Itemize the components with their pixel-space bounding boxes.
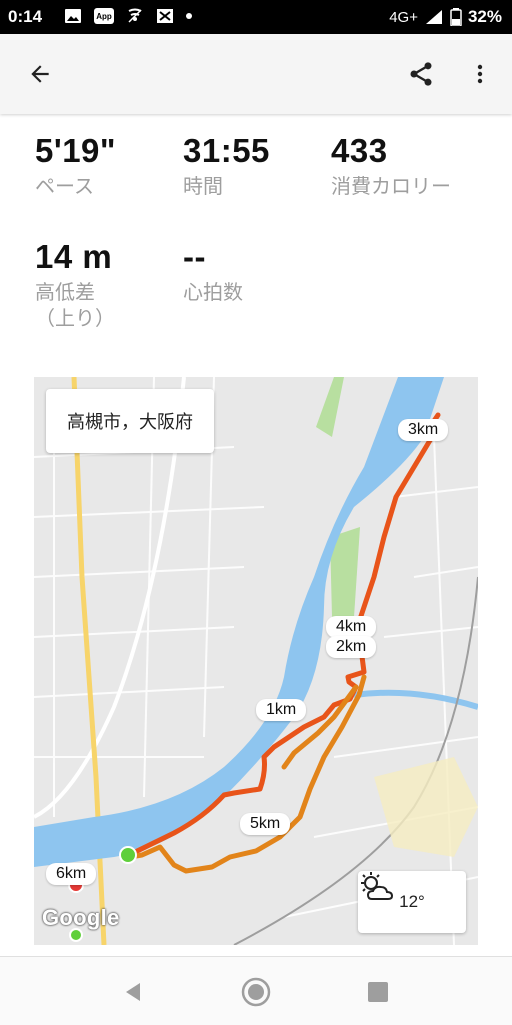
start-marker — [119, 846, 137, 864]
stat-calories: 433 消費カロリー — [331, 132, 451, 200]
app-bar — [0, 34, 512, 114]
arrow-back-icon — [31, 65, 49, 83]
x-box-icon — [157, 9, 173, 23]
location-card: 高槻市，大阪府 — [46, 389, 214, 453]
stat-elevation-gain: 14 m 高低差 （上り） — [35, 238, 115, 332]
stat-label: 時間 — [183, 176, 223, 198]
partly-cloudy-icon — [361, 872, 394, 900]
system-nav-bar — [0, 956, 512, 1025]
dot-icon — [186, 13, 192, 19]
stat-value: 14 m — [35, 238, 113, 275]
status-bar: 0:14 App 4G+ 32% — [0, 0, 512, 34]
km-label-5: 5km — [240, 813, 291, 835]
battery-percent: 32% — [467, 7, 502, 26]
km-label-2: 2km — [326, 636, 377, 658]
km-label-3: 3km — [398, 419, 449, 441]
network-type: 4G+ — [389, 8, 418, 26]
stat-value: -- — [183, 238, 206, 275]
more-vertical-icon — [477, 64, 483, 84]
stat-value: 31:55 — [183, 132, 270, 169]
route-map[interactable]: 高槻市，大阪府 3km 4km 2km 1km 5km 6km 12° Goog… — [34, 377, 478, 945]
urban-area — [374, 757, 478, 857]
nav-home-button[interactable] — [239, 975, 273, 1009]
signal-strength-icon — [425, 10, 442, 24]
stat-time: 31:55 時間 — [183, 132, 270, 200]
share-button[interactable] — [403, 56, 439, 92]
km-label-4: 4km — [326, 616, 377, 638]
share-icon — [410, 62, 432, 86]
more-options-button[interactable] — [462, 56, 498, 92]
battery-icon — [450, 8, 462, 26]
phone-signal-icon — [128, 8, 142, 23]
nav-recents-icon — [368, 982, 388, 1002]
map-graphic — [34, 377, 478, 945]
stat-value: 433 — [331, 132, 388, 169]
park-area — [316, 377, 344, 437]
route-line-return — [127, 674, 367, 874]
km-label-1: 1km — [256, 699, 307, 721]
status-notification-icons: App — [64, 8, 192, 24]
weather-card: 12° — [358, 871, 466, 933]
google-logo: Google — [42, 905, 120, 930]
stat-value: 5'19" — [35, 132, 117, 169]
nav-recents-button[interactable] — [361, 975, 395, 1009]
stat-label: 消費カロリー — [331, 176, 451, 198]
app-notification-icon: App — [94, 8, 114, 24]
weather-temperature: 12° — [399, 892, 425, 911]
image-icon — [65, 9, 81, 23]
stat-label: 高低差 （上り） — [35, 282, 115, 330]
stat-pace: 5'19" ペース — [35, 132, 116, 200]
nav-back-icon — [126, 983, 140, 1001]
km-label-6: 6km — [46, 863, 97, 885]
back-button[interactable] — [22, 56, 58, 92]
nav-home-icon — [241, 977, 271, 1007]
nav-back-button[interactable] — [116, 975, 150, 1009]
status-time: 0:14 — [8, 7, 43, 26]
status-right: 4G+ 32% — [389, 7, 502, 27]
stat-heart-rate: -- 心拍数 — [183, 238, 243, 306]
stat-label: ペース — [35, 176, 94, 198]
stat-label: 心拍数 — [183, 282, 243, 304]
